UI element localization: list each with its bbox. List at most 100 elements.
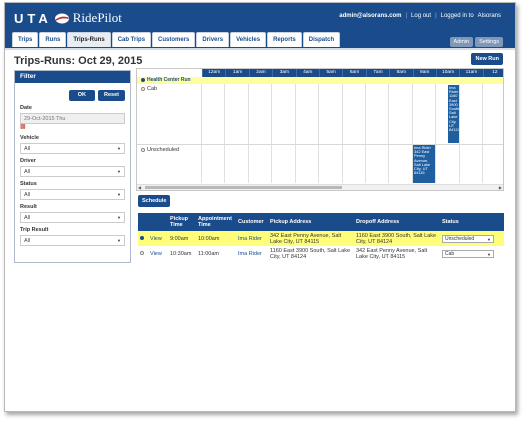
hour-label: 10am — [435, 69, 459, 77]
grid-line — [342, 84, 343, 183]
grid-line — [388, 84, 389, 183]
divider: | — [435, 13, 437, 19]
tab-dispatch[interactable]: Dispatch — [302, 32, 341, 47]
tab-runs[interactable]: Runs — [39, 32, 67, 47]
vehicle-select[interactable]: All ▼ — [20, 143, 125, 154]
trip-block[interactable]: Ima Rider 1160 East 3900 South, Salt Lak… — [448, 85, 459, 143]
logout-link[interactable]: Log out — [411, 13, 431, 19]
filter-title: Filter — [15, 71, 130, 83]
run-radio[interactable] — [141, 77, 145, 82]
view-link[interactable]: View — [150, 251, 162, 257]
hour-label: 5am — [318, 69, 342, 77]
row-radio-cell[interactable] — [138, 231, 148, 246]
run-row-health-center[interactable]: Health Center Run — [137, 77, 503, 84]
hour-label: 3am — [272, 69, 295, 77]
hour-header: 12am 1am 2am 3am 4am 5am 6am 7am 8am 9am… — [202, 69, 503, 77]
divider: | — [405, 13, 408, 19]
tab-reports[interactable]: Reports — [267, 32, 302, 47]
trip-result-select[interactable]: All ▼ — [20, 235, 125, 246]
table-row[interactable]: View 9:00am 10:00am Ima Rider 342 East P… — [138, 231, 504, 246]
appointment-time: 11:00am — [198, 250, 219, 257]
row-radio-cell[interactable] — [138, 246, 148, 261]
status-value: All — [24, 192, 31, 198]
hour-label: 6am — [342, 69, 365, 77]
column-header — [138, 213, 148, 231]
hour-label: 1am — [225, 69, 248, 77]
schedule-button[interactable]: Schedule — [138, 195, 171, 207]
appointment-time: 10:00am — [196, 231, 236, 246]
hour-label: 12am — [202, 69, 225, 77]
run-row-unscheduled[interactable]: Unscheduled — [141, 147, 179, 153]
scroll-right-icon[interactable]: ▶ — [499, 185, 502, 191]
customer-link[interactable]: Ima Rider — [238, 251, 262, 257]
date-input[interactable]: 29-Oct-2015 Thu — [20, 113, 125, 124]
filter-reset-button[interactable]: Reset — [98, 90, 125, 101]
dropoff-address: 342 East Penny Avenue, Salt Lake City, U… — [356, 247, 428, 260]
date-label: Date — [20, 105, 32, 111]
driver-select[interactable]: All ▼ — [20, 166, 125, 177]
tab-drivers[interactable]: Drivers — [196, 32, 230, 47]
run-label: Cab — [147, 86, 158, 92]
grid-line — [248, 84, 249, 183]
grid-line — [201, 84, 202, 183]
horizontal-scrollbar[interactable]: ◀ ▶ — [137, 184, 503, 190]
status-select[interactable]: All ▼ — [20, 189, 125, 200]
tab-vehicles[interactable]: Vehicles — [230, 32, 267, 47]
vehicle-label: Vehicle — [20, 135, 39, 141]
result-select[interactable]: All ▼ — [20, 212, 125, 223]
settings-button[interactable]: Settings — [475, 37, 503, 47]
logo-uta-text: UTA — [14, 10, 52, 26]
pickup-time: 10:30am — [170, 250, 192, 257]
status-select[interactable]: Cab ▼ — [442, 249, 494, 258]
row-radio[interactable] — [140, 251, 144, 256]
user-email[interactable]: admin@alsorans.com — [339, 13, 401, 19]
row-radio[interactable] — [140, 236, 144, 241]
grid-line — [271, 84, 272, 183]
logo[interactable]: UTA RidePilot — [14, 10, 122, 26]
column-header: Appointment Time — [196, 213, 236, 231]
hour-label: 2am — [248, 69, 272, 77]
run-label: Health Center Run — [147, 77, 191, 83]
chevron-down-icon: ▼ — [117, 169, 121, 174]
chevron-down-icon: ▼ — [487, 251, 491, 257]
column-header: Pickup Address — [268, 213, 354, 231]
hour-label: 9am — [412, 69, 436, 77]
table-header-row: Pickup Time Appointment Time Customer Pi… — [138, 213, 504, 231]
status-select[interactable]: Unscheduled ▼ — [442, 234, 494, 243]
column-header: Status — [440, 213, 504, 231]
customer-link[interactable]: Ima Rider — [238, 236, 262, 242]
chevron-down-icon: ▼ — [117, 146, 121, 151]
view-link[interactable]: View — [150, 236, 162, 242]
run-row-cab[interactable]: Cab — [141, 86, 157, 92]
tab-customers[interactable]: Customers — [152, 32, 196, 47]
grid-line — [435, 84, 436, 183]
tab-trips[interactable]: Trips — [12, 32, 39, 47]
scroll-thumb[interactable] — [145, 186, 342, 189]
row-divider — [137, 144, 503, 145]
column-header: Dropoff Address — [354, 213, 440, 231]
driver-label: Driver — [20, 158, 36, 164]
new-run-button[interactable]: New Run — [471, 53, 503, 65]
run-radio[interactable] — [141, 86, 145, 91]
header-links: admin@alsorans.com | Log out | Logged in… — [339, 13, 501, 19]
chevron-down-icon: ▼ — [117, 238, 121, 243]
admin-buttons: Admin Settings — [449, 37, 503, 47]
grid-line — [459, 84, 460, 183]
grid-line — [365, 84, 366, 183]
status-label: Status — [20, 181, 37, 187]
tab-trips-runs[interactable]: Trips-Runs — [67, 32, 111, 47]
provider-name: Alsorans — [477, 13, 501, 19]
driver-value: All — [24, 169, 31, 175]
calendar-icon[interactable]: ▩ — [20, 124, 125, 131]
status-value: Unscheduled — [445, 235, 475, 242]
trip-block[interactable]: Ima Rider 342 East Penny Avenue, Salt La… — [413, 145, 435, 183]
run-radio[interactable] — [141, 147, 145, 152]
scroll-left-icon[interactable]: ◀ — [138, 185, 141, 191]
admin-button[interactable]: Admin — [449, 37, 474, 47]
trip-result-label: Trip Result — [20, 227, 49, 233]
grid-line — [318, 84, 319, 183]
filter-ok-button[interactable]: OK — [68, 90, 96, 101]
hour-label: 11am — [459, 69, 482, 77]
tab-cab-trips[interactable]: Cab Trips — [111, 32, 152, 47]
table-row[interactable]: View 10:30am 11:00am Ima Rider 1160 East… — [138, 246, 504, 261]
